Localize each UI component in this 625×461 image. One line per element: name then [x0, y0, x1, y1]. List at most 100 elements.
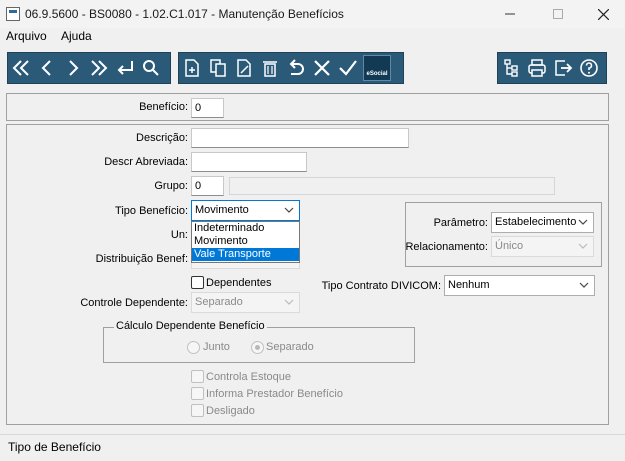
radio-separado[interactable]	[251, 341, 264, 354]
informa-prestador-checkbox[interactable]	[191, 387, 204, 400]
esocial-button[interactable]: eSocial	[363, 55, 391, 81]
controle-dependente-value: Separado	[195, 296, 243, 308]
new-button[interactable]	[179, 53, 205, 83]
undo-icon	[289, 59, 304, 75]
controle-dependente-label: Controle Dependente:	[80, 297, 188, 309]
confirm-icon	[339, 60, 357, 76]
distribuicao-select[interactable]	[191, 263, 300, 269]
controla-estoque-label: Controla Estoque	[206, 371, 291, 383]
descr-abreviada-field[interactable]	[191, 152, 307, 172]
edit-toolbar: eSocial	[178, 52, 404, 84]
minimize-button[interactable]	[487, 0, 533, 28]
copy-icon	[210, 59, 226, 77]
help-button[interactable]	[576, 53, 602, 83]
radio-junto[interactable]	[187, 341, 200, 354]
controle-dependente-select[interactable]: Separado	[191, 292, 300, 313]
menu-ajuda[interactable]: Ajuda	[61, 29, 92, 43]
first-record-button[interactable]	[8, 53, 34, 83]
navigation-toolbar	[7, 52, 171, 84]
cancel-icon	[314, 60, 330, 76]
tipo-contrato-label: Tipo Contrato DIVICOM:	[321, 280, 441, 292]
close-button[interactable]	[580, 0, 625, 28]
print-button[interactable]	[524, 53, 550, 83]
dependentes-label: Dependentes	[206, 277, 272, 289]
calculo-title: Cálculo Dependente Benefício	[114, 320, 267, 332]
grupo-description	[229, 177, 555, 195]
descr-abreviada-label: Descr Abreviada:	[104, 156, 188, 168]
exit-button[interactable]	[550, 53, 576, 83]
tree-button[interactable]	[498, 53, 524, 83]
tipo-beneficio-label: Tipo Benefício:	[115, 205, 188, 217]
chevron-down-icon	[284, 205, 294, 215]
key-panel	[6, 93, 609, 121]
last-icon	[91, 60, 108, 76]
chevron-down-icon	[284, 297, 294, 307]
distribuicao-label: Distribuição Benef:	[95, 253, 188, 265]
close-icon	[597, 8, 609, 20]
beneficio-label: Benefício:	[139, 101, 188, 113]
descricao-label: Descrição:	[136, 132, 188, 144]
print-icon	[528, 59, 546, 77]
dependentes-checkbox[interactable]	[191, 276, 204, 289]
radio-junto-label: Junto	[203, 341, 230, 353]
parametro-label: Parâmetro:	[433, 217, 488, 229]
option-indeterminado[interactable]: Indeterminado	[192, 222, 299, 235]
edit-icon	[237, 59, 251, 77]
new-icon	[185, 59, 199, 77]
cancel-button[interactable]	[309, 53, 335, 83]
copy-button[interactable]	[205, 53, 231, 83]
window-title: 06.9.5600 - BS0080 - 1.02.C1.017 - Manut…	[25, 7, 344, 21]
app-icon	[6, 7, 20, 21]
utility-toolbar	[497, 52, 607, 84]
desligado-checkbox[interactable]	[191, 404, 204, 417]
grupo-label: Grupo:	[154, 180, 188, 192]
tipo-beneficio-value: Movimento	[195, 204, 249, 216]
delete-icon	[263, 61, 277, 77]
next-icon	[69, 60, 79, 76]
maximize-button[interactable]	[535, 0, 581, 28]
goto-button[interactable]	[112, 53, 138, 83]
beneficio-field[interactable]: 0	[191, 98, 224, 118]
edit-button[interactable]	[231, 53, 257, 83]
search-button[interactable]	[138, 53, 164, 83]
confirm-button[interactable]	[335, 53, 361, 83]
previous-icon	[41, 60, 51, 76]
grupo-field[interactable]: 0	[191, 176, 224, 196]
goto-icon	[117, 61, 133, 75]
tree-icon	[504, 59, 518, 77]
radio-separado-label: Separado	[266, 341, 314, 353]
informa-prestador-label: Informa Prestador Benefício	[206, 388, 343, 400]
previous-record-button[interactable]	[34, 53, 60, 83]
relacionamento-value: Único	[495, 240, 524, 252]
search-icon	[143, 60, 159, 76]
relacionamento-label: Relacionamento:	[405, 241, 488, 253]
menu-bar	[0, 28, 625, 48]
minimize-icon	[505, 13, 515, 15]
maximize-icon	[553, 9, 563, 19]
tipo-contrato-select[interactable]: Nenhum	[444, 275, 595, 296]
tipo-beneficio-select[interactable]: Movimento	[191, 200, 300, 221]
relacionamento-select[interactable]: Único	[491, 236, 594, 257]
last-record-button[interactable]	[86, 53, 112, 83]
exit-icon	[555, 60, 573, 76]
first-icon	[12, 60, 29, 76]
chevron-down-icon	[578, 241, 588, 251]
tipo-beneficio-dropdown: Indeterminado Movimento Vale Transporte	[191, 221, 300, 263]
descricao-field[interactable]	[191, 128, 409, 148]
chevron-down-icon	[579, 280, 589, 290]
menu-arquivo[interactable]: Arquivo	[6, 29, 47, 43]
controla-estoque-checkbox[interactable]	[191, 370, 204, 383]
undo-button[interactable]	[283, 53, 309, 83]
help-icon	[580, 59, 598, 77]
option-vale-transporte[interactable]: Vale Transporte	[192, 248, 299, 261]
status-text: Tipo de Benefício	[8, 440, 101, 454]
unidade-label: Un:	[170, 229, 188, 241]
next-record-button[interactable]	[60, 53, 86, 83]
parametro-value: Estabelecimento	[495, 216, 577, 228]
chevron-down-icon	[578, 217, 588, 227]
option-movimento[interactable]: Movimento	[192, 235, 299, 248]
tipo-contrato-value: Nenhum	[448, 279, 490, 291]
parametro-select[interactable]: Estabelecimento	[491, 212, 594, 233]
delete-button[interactable]	[257, 53, 283, 83]
desligado-label: Desligado	[206, 405, 255, 417]
